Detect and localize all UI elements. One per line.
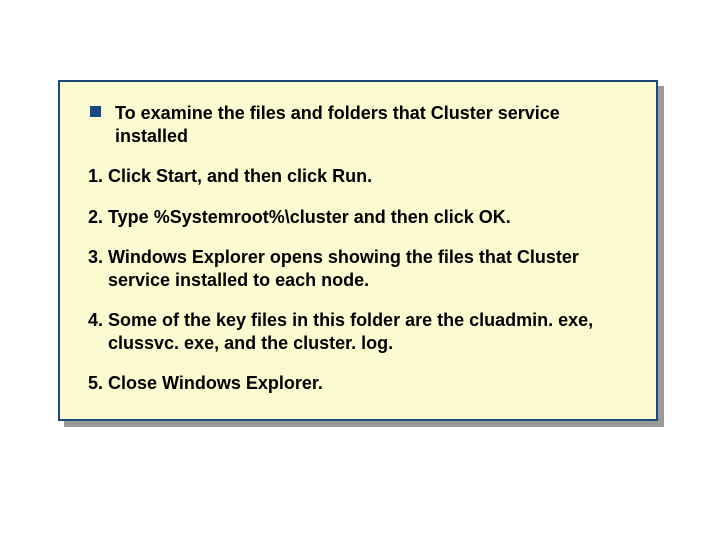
lead-row: To examine the files and folders that Cl… — [84, 102, 628, 147]
step-5: 5. Close Windows Explorer. — [84, 372, 628, 395]
step-3: 3. Windows Explorer opens showing the fi… — [84, 246, 628, 291]
square-bullet-icon — [90, 106, 101, 117]
content-box: To examine the files and folders that Cl… — [58, 80, 658, 421]
lead-text: To examine the files and folders that Cl… — [115, 102, 628, 147]
step-1: 1. Click Start, and then click Run. — [84, 165, 628, 188]
step-4: 4. Some of the key files in this folder … — [84, 309, 628, 354]
step-2: 2. Type %Systemroot%\cluster and then cl… — [84, 206, 628, 229]
